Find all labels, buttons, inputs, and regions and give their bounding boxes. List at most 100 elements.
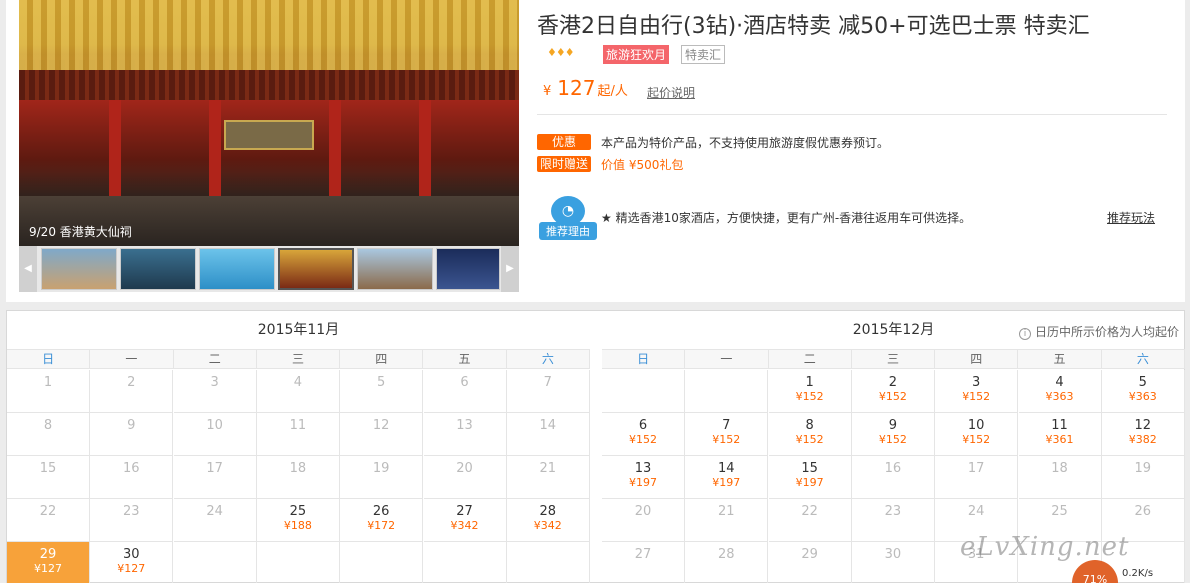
recommended-play-link[interactable]: 推荐玩法: [1107, 209, 1155, 226]
weekday: 五: [423, 350, 507, 368]
calendar-day: 20: [602, 499, 685, 542]
day-price: ¥152: [629, 433, 657, 446]
product-title: 香港2日自由行(3钻)·酒店特卖 减50+可选巴士票 特卖汇: [537, 14, 1090, 39]
calendar-day[interactable]: 28 ¥342: [506, 499, 590, 542]
thumbnail[interactable]: [436, 248, 500, 290]
calendar-day: 17: [173, 456, 257, 499]
calendar-day[interactable]: 6 ¥152: [602, 413, 685, 456]
calendar-day: 11: [256, 413, 340, 456]
watermark: eLvXing.net: [960, 532, 1130, 562]
calendar-day[interactable]: 5 ¥363: [1101, 370, 1185, 413]
day-number: 5: [1138, 375, 1147, 390]
day-number: 16: [123, 461, 140, 476]
calendar-day: 9: [90, 413, 174, 456]
calendar-day: 19: [340, 456, 424, 499]
speed-widget[interactable]: 71% 0.2K/s: [1072, 560, 1190, 583]
calendar-day[interactable]: 30 ¥127: [90, 542, 174, 583]
calendar-day[interactable]: 8 ¥152: [768, 413, 852, 456]
calendar-day[interactable]: 9 ¥152: [851, 413, 935, 456]
divider: [537, 114, 1167, 115]
price-unit: 起/人: [597, 84, 628, 99]
calendar-day: 7: [506, 370, 590, 413]
day-price: ¥188: [283, 519, 312, 532]
next-thumb-button[interactable]: ▶: [501, 246, 519, 292]
day-price: ¥152: [712, 433, 741, 446]
day-number: 14: [539, 418, 557, 433]
weekday: 四: [340, 350, 424, 368]
calendar-day[interactable]: 7 ¥152: [685, 413, 769, 456]
speed-rate: 0.2K/s: [1122, 568, 1154, 579]
day-price: ¥152: [962, 390, 991, 403]
calendar-day: 17: [935, 456, 1019, 499]
weekday: 日: [602, 350, 686, 368]
month-title: 2015年11月: [257, 322, 340, 338]
day-price: ¥127: [117, 562, 146, 575]
thumbnail[interactable]: [120, 248, 196, 290]
day-number: 17: [967, 461, 985, 476]
calendar-day[interactable]: 3 ¥152: [935, 370, 1019, 413]
calendar-day[interactable]: 14 ¥197: [685, 456, 769, 499]
temple-board: [224, 120, 314, 150]
day-price: ¥152: [962, 433, 991, 446]
calendar-day: 6: [423, 370, 507, 413]
calendar-day: 21: [506, 456, 590, 499]
calendar-day[interactable]: 29 ¥127: [7, 542, 90, 583]
day-price: ¥197: [795, 476, 824, 489]
thumbnail[interactable]: [199, 248, 275, 290]
weekday: 三: [852, 350, 936, 368]
calendar-day: 15: [7, 456, 90, 499]
price-note-link[interactable]: 起价说明: [647, 84, 695, 101]
calendar-day[interactable]: 26 ¥172: [340, 499, 424, 542]
thumbnail[interactable]: [357, 248, 433, 290]
calendar-note: i 日历中所示价格为人均起价: [1018, 323, 1179, 340]
calendar-day: [174, 542, 257, 583]
promo-tag[interactable]: 旅游狂欢月: [603, 45, 670, 64]
calendar-day: [424, 542, 507, 583]
price: ¥127 起/人: [543, 76, 628, 100]
hero-caption: 9/20 香港黄大仙祠: [29, 225, 132, 239]
day-number: 19: [1134, 461, 1152, 476]
day-number: 3: [210, 375, 219, 390]
day-number: 30: [884, 547, 902, 562]
calendar-day[interactable]: 25 ¥188: [256, 499, 340, 542]
calendar-day[interactable]: 11 ¥361: [1018, 413, 1102, 456]
weekday: 日: [7, 350, 91, 368]
calendar-day[interactable]: 2 ¥152: [851, 370, 935, 413]
calendar-day[interactable]: 4 ¥363: [1018, 370, 1102, 413]
calendar-day[interactable]: 13 ¥197: [602, 456, 685, 499]
day-number: 30: [123, 547, 140, 562]
calendar-day[interactable]: 27 ¥342: [423, 499, 507, 542]
day-number: 3: [972, 375, 981, 390]
day-number: 24: [967, 504, 985, 519]
calendar-day[interactable]: 1 ¥152: [768, 370, 852, 413]
day-price: ¥361: [1045, 433, 1074, 446]
calendar-day: 14: [506, 413, 590, 456]
sale-tag: 特卖汇: [681, 45, 726, 64]
prev-thumb-button[interactable]: ◀: [19, 246, 37, 292]
day-number: 29: [39, 547, 57, 562]
calendar-day: 20: [423, 456, 507, 499]
calendar-day[interactable]: 15 ¥197: [768, 456, 852, 499]
day-number: 22: [39, 504, 57, 519]
thumbnail-active[interactable]: [278, 248, 354, 290]
day-price: ¥152: [878, 433, 907, 446]
weekday: 一: [685, 350, 769, 368]
calendar-day: 19: [1101, 456, 1185, 499]
weekday: 六: [507, 350, 590, 368]
calendar-day[interactable]: 12 ¥382: [1101, 413, 1185, 456]
day-number: 27: [456, 504, 473, 519]
info-icon: i: [1018, 328, 1031, 340]
discount-text: 本产品为特价产品，不支持使用旅游度假优惠券预订。: [601, 136, 890, 150]
gift-text[interactable]: 价值 ¥500礼包: [601, 156, 683, 173]
day-price: ¥197: [629, 476, 657, 489]
day-number: 25: [289, 504, 307, 519]
calendar-day: 23: [851, 499, 935, 542]
weekday-header: 日 一 二 三 四 五 六: [602, 349, 1185, 369]
thumbnail[interactable]: [41, 248, 117, 290]
calendar-day: 18: [256, 456, 340, 499]
calendar-day[interactable]: 10 ¥152: [935, 413, 1019, 456]
hero-image[interactable]: 9/20 香港黄大仙祠: [19, 0, 519, 246]
day-number: 4: [293, 375, 303, 390]
day-price: ¥363: [1128, 390, 1157, 403]
day-number: 8: [805, 418, 814, 433]
